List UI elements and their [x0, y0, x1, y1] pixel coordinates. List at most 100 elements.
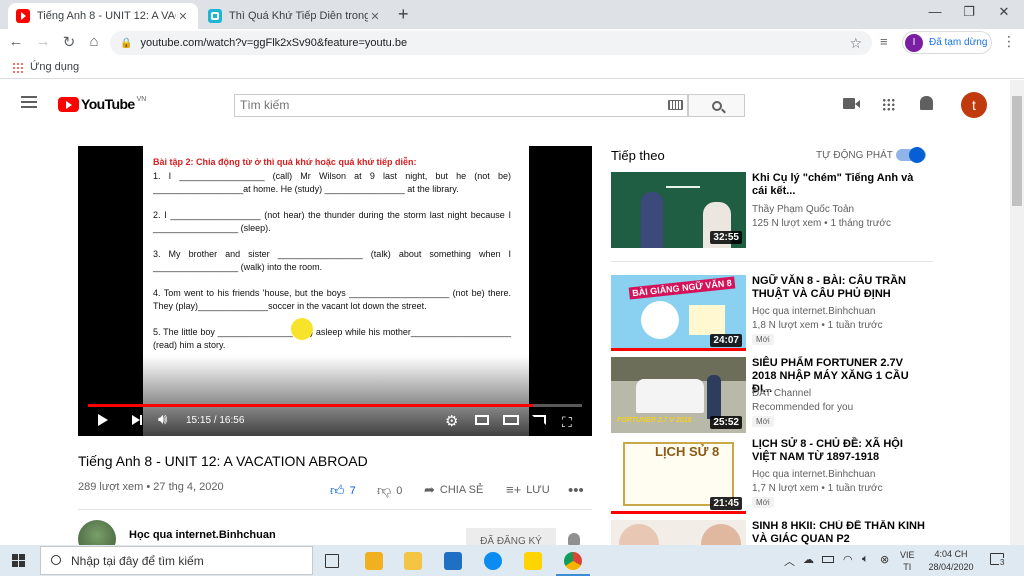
scrollbar-thumb[interactable] [1012, 96, 1022, 206]
more-actions-icon[interactable]: ••• [568, 482, 584, 499]
notifications-bell-icon[interactable] [920, 96, 933, 110]
related-video[interactable]: BÀI GIẢNG NGỮ VĂN 8 24:07 Ngữ Văn 8 - BÀ… [611, 275, 931, 351]
taskbar-search-input[interactable]: Nhập tại đây để tìm kiếm [40, 546, 313, 575]
related-channel: Học qua internet.Binhchuan [752, 306, 876, 317]
search-input[interactable]: Tìm kiếm [234, 94, 688, 117]
dislike-button[interactable]: 👎︎ 0 [377, 482, 402, 499]
clock[interactable]: 4:04 CH 28/04/2020 [926, 548, 976, 574]
bookmark-star-icon[interactable]: ☆ [849, 35, 862, 52]
volume-icon[interactable]: 🔊︎ [158, 411, 167, 428]
time-display: 15:15 / 16:56 [186, 415, 245, 426]
battery-icon[interactable] [822, 556, 834, 563]
play-icon[interactable] [98, 414, 108, 426]
url-text: youtube.com/watch?v=ggFlk2xSv90&feature=… [140, 37, 408, 49]
page-scrollbar[interactable] [1010, 80, 1024, 545]
network-icon[interactable]: ☁ [803, 553, 814, 566]
back-arrow-icon[interactable]: ← [6, 33, 26, 50]
notification-center-icon[interactable]: 3 [990, 553, 1006, 567]
channel-name[interactable]: Học qua internet.Binhchuan [129, 529, 276, 541]
related-video[interactable]: 32:55 Khi Cụ lý "chém" Tiếng Anh và cái … [611, 172, 931, 248]
mail-icon[interactable] [444, 552, 462, 570]
thumbs-down-icon: 👎︎ [377, 482, 392, 498]
minimize-window-icon[interactable]: — [925, 4, 945, 19]
miniplayer-icon[interactable] [475, 415, 489, 425]
apps-grid-icon[interactable] [12, 62, 23, 73]
browser-tab-strip: Tiếng Anh 8 - UNIT 12: A VACATIO ✕ Thì Q… [0, 0, 1024, 29]
region-code: VN [136, 95, 147, 103]
fullscreen-icon[interactable]: ⛶ [562, 414, 572, 431]
media-controls-icon[interactable]: ≡ [880, 34, 888, 49]
exercise-line: 2. I __________________ (not hear) the t… [153, 210, 511, 233]
exercise-title: Bài tập 2: Chia động từ ở thì quá khứ ho… [153, 157, 417, 167]
address-bar[interactable]: 🔒 youtube.com/watch?v=ggFlk2xSv90&featur… [110, 31, 872, 55]
related-video[interactable]: SINH 8 HKII: CHỦ ĐỀ THẦN KINH VÀ GIÁC QU… [611, 520, 931, 545]
video-player[interactable]: Bài tập 2: Chia động từ ở thì quá khứ ho… [78, 146, 592, 436]
related-video[interactable]: LỊCH SỬ 8 21:45 Lịch sử 8 - CHỦ ĐỀ: XÃ H… [611, 438, 931, 514]
restore-window-icon[interactable]: ❐ [959, 4, 979, 20]
windows-start-icon[interactable] [12, 554, 25, 567]
mute-status-icon[interactable]: ⊗ [880, 553, 889, 566]
cast-icon[interactable] [532, 415, 546, 425]
tab-title: Tiếng Anh 8 - UNIT 12: A VACATIO [37, 10, 176, 22]
tab-grammar-page[interactable]: Thì Quá Khứ Tiếp Diễn trong tiến ✕ [200, 3, 390, 29]
tray-chevron-icon[interactable]: ︿ [784, 553, 795, 569]
windows-taskbar: Nhập tại đây để tìm kiếm ︿ ☁ ◠ 🔈︎ ⊗ VIE … [0, 545, 1024, 576]
chat-app-icon[interactable] [524, 552, 542, 570]
language-indicator[interactable]: VIE TI [900, 549, 915, 573]
related-video[interactable]: FORTUNER 2.7 V 2018 25:52 Siêu phẩm FORT… [611, 357, 931, 433]
exercise-line: 3. My brother and sister _______________… [153, 249, 511, 272]
profile-chip[interactable]: I Đã tạm dừng [902, 31, 992, 54]
keyboard-icon[interactable] [668, 100, 683, 110]
chrome-icon[interactable] [564, 552, 582, 570]
share-button[interactable]: ➦ CHIA SẺ [424, 482, 483, 498]
related-channel: ĐAT Channel [752, 388, 812, 399]
wifi-icon[interactable]: ◠ [843, 553, 853, 566]
profile-avatar: I [905, 33, 923, 52]
share-arrow-icon: ➦ [424, 482, 435, 497]
user-avatar[interactable]: t [961, 92, 987, 118]
browser-menu-icon[interactable]: ⋮ [1002, 33, 1016, 50]
logo-text: YouTube [81, 96, 135, 112]
notification-bell-icon[interactable] [568, 533, 580, 545]
task-view-icon[interactable] [325, 554, 339, 568]
zalo-icon[interactable] [484, 552, 502, 570]
game-app-icon[interactable] [365, 552, 383, 570]
toggle-knob [909, 147, 925, 163]
divider [611, 261, 933, 262]
file-explorer-icon[interactable] [404, 552, 422, 570]
close-window-icon[interactable]: ✕ [994, 4, 1014, 20]
create-video-icon[interactable] [843, 98, 860, 109]
reload-icon[interactable]: ↻ [59, 33, 79, 51]
language-code: VIE [900, 550, 915, 560]
related-stats: 1,8 N lượt xem • 1 tuần trước [752, 320, 883, 331]
profile-status: Đã tạm dừng [929, 37, 988, 48]
clock-date: 28/04/2020 [928, 562, 974, 572]
volume-icon[interactable]: 🔈︎ [862, 553, 869, 566]
like-button[interactable]: 👍︎ 7 [330, 482, 356, 499]
close-tab-icon[interactable]: ✕ [368, 10, 382, 23]
settings-gear-icon[interactable]: ⚙ [445, 412, 458, 430]
apps-icon[interactable] [882, 98, 895, 111]
video-duration: 25:52 [710, 416, 742, 429]
next-icon[interactable] [132, 415, 144, 426]
video-duration: 32:55 [710, 231, 742, 244]
youtube-logo[interactable]: YouTube VN [58, 96, 146, 112]
autoplay-toggle[interactable] [896, 147, 926, 163]
progress-played [88, 404, 533, 407]
video-thumbnail: BÀI GIẢNG NGỮ VĂN 8 24:07 [611, 275, 746, 351]
new-tab-button[interactable]: + [398, 4, 409, 25]
save-button[interactable]: ≡+ LƯU [506, 482, 550, 497]
apps-bookmark[interactable]: Ứng dụng [30, 61, 79, 73]
tab-youtube-video[interactable]: Tiếng Anh 8 - UNIT 12: A VACATIO ✕ [8, 3, 198, 29]
save-label: LƯU [526, 483, 550, 496]
video-title: Tiếng Anh 8 - UNIT 12: A VACATION ABROAD [78, 453, 368, 469]
progress-bar[interactable] [88, 404, 582, 407]
forward-arrow-icon[interactable]: → [33, 33, 53, 50]
home-icon[interactable]: ⌂ [84, 33, 104, 50]
search-button[interactable] [688, 94, 745, 117]
close-tab-icon[interactable]: ✕ [176, 10, 190, 23]
theater-mode-icon[interactable] [503, 415, 519, 425]
hamburger-menu-icon[interactable] [21, 96, 37, 108]
related-video-title: Khi Cụ lý "chém" Tiếng Anh và cái kết... [752, 172, 914, 197]
like-count: 7 [349, 484, 356, 497]
